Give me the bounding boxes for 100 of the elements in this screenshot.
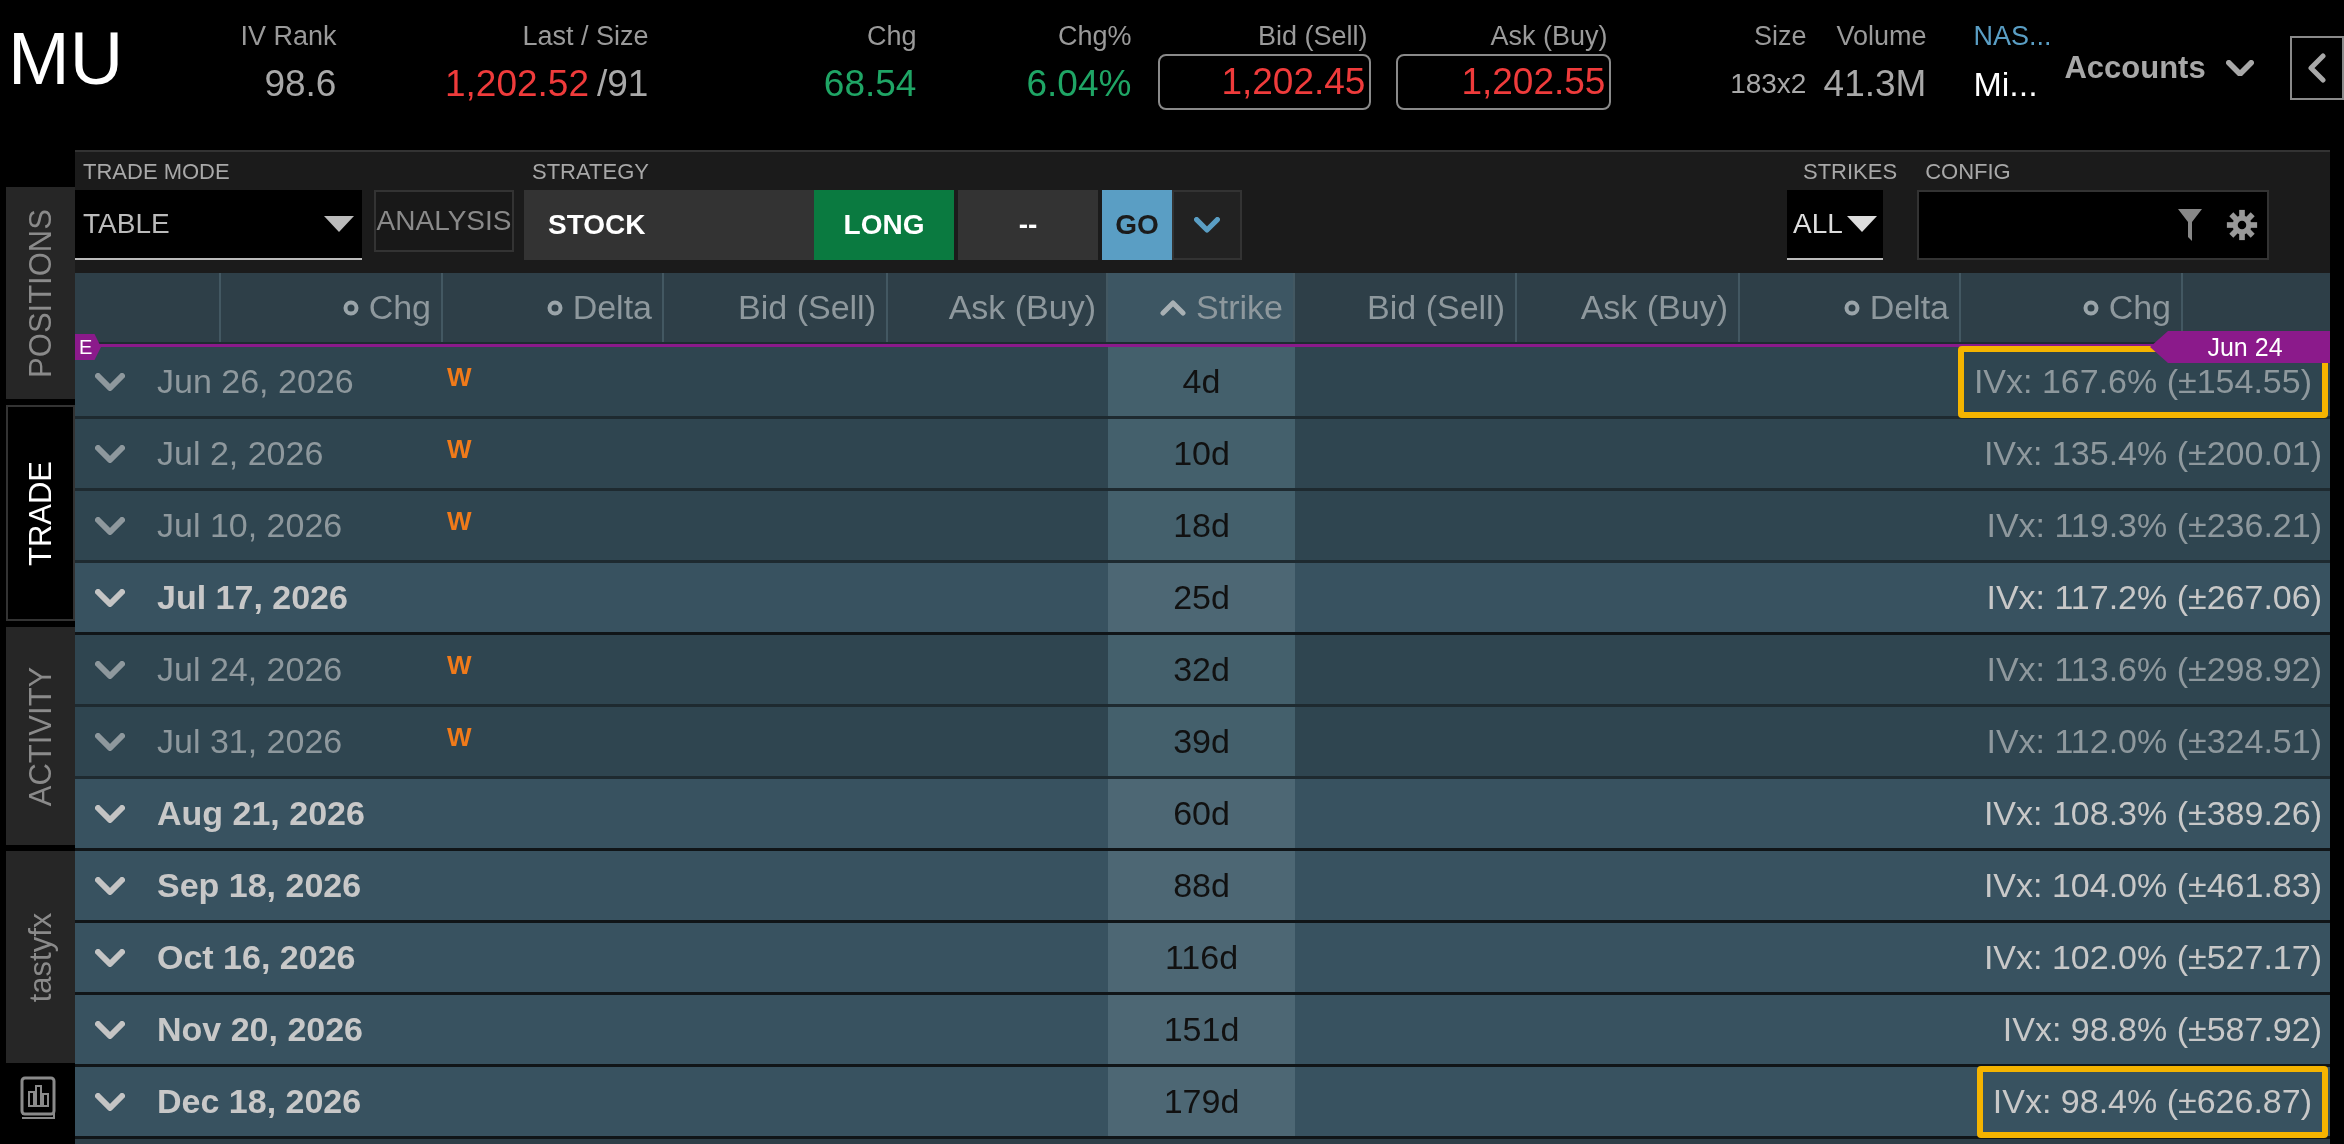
expiration-date: Jun 26, 2026: [157, 361, 355, 402]
expiration-row[interactable]: Jul 10, 2026 W 18d IVx: 119.3% (±236.21): [75, 491, 2330, 563]
weekly-label: W: [447, 361, 472, 394]
expiration-row[interactable]: Jul 24, 2026 W 32d IVx: 113.6% (±298.92): [75, 635, 2330, 707]
last-size: /91: [597, 62, 649, 106]
field-label: Chg%: [1056, 20, 1132, 53]
expiration-row[interactable]: Jul 2, 2026 W 10d IVx: 135.4% (±200.01): [75, 419, 2330, 491]
option-dropdown[interactable]: --: [958, 190, 1098, 260]
implied-volatility: IVx: 117.2% (±267.06): [1986, 577, 2322, 618]
implied-volatility: IVx: 112.0% (±324.51): [1986, 721, 2322, 762]
days-to-expiry: 25d: [1108, 563, 1295, 632]
field-label: Size: [1752, 20, 1807, 53]
chevron-down-icon[interactable]: [95, 516, 125, 535]
implied-volatility: IVx: 98.8% (±587.92): [2002, 1009, 2322, 1050]
field-value: 98.6: [263, 62, 337, 106]
column-header[interactable]: Ask (Buy): [1517, 273, 1740, 342]
chevron-down-icon: [2225, 59, 2254, 77]
weekly-label: W: [447, 721, 472, 754]
expiration-date: Jul 31, 2026: [157, 721, 344, 762]
implied-volatility: IVx: 135.4% (±200.01): [1983, 433, 2322, 474]
dropdown-arrow-icon[interactable]: [324, 216, 354, 232]
chevron-down-icon[interactable]: [95, 660, 125, 679]
filter-icon[interactable]: [2177, 208, 2204, 242]
expiration-row[interactable]: Jul 31, 2026 W 39d IVx: 112.0% (±324.51): [75, 707, 2330, 779]
price-box: 1,202.55: [1396, 54, 1612, 110]
field-label: Ask (Buy): [1489, 20, 1609, 53]
expiration-row[interactable]: Jul 17, 2026 25d IVx: 117.2% (±267.06): [75, 563, 2330, 635]
dropdown-arrow-icon[interactable]: [1847, 216, 1877, 232]
expiration-row[interactable]: Oct 16, 2026 116d IVx: 102.0% (±527.17): [75, 923, 2330, 995]
date-tag: Jun 24: [2150, 331, 2330, 363]
side-tab[interactable]: ACTIVITY: [6, 627, 75, 845]
field-value: 68.54: [822, 62, 917, 106]
settings-icon[interactable]: [2225, 208, 2260, 242]
chevron-down-icon[interactable]: [95, 1020, 125, 1039]
chevron-down-icon[interactable]: [95, 732, 125, 751]
expiration-row[interactable]: Dec 18, 2026 179d IVx: 98.4% (±626.87): [75, 1067, 2330, 1139]
last-price: 1,202.52: [444, 62, 589, 106]
expiration-date: Jul 2, 2026: [157, 433, 325, 474]
expiration-row[interactable]: Aug 21, 2026 60d IVx: 108.3% (±389.26): [75, 779, 2330, 851]
go-button[interactable]: GO: [1102, 190, 1172, 260]
ring-icon: [546, 299, 563, 316]
expiration-date: Oct 16, 2026: [157, 937, 357, 978]
ring-icon: [1843, 299, 1860, 316]
price-box: 1,202.45: [1158, 54, 1372, 110]
days-to-expiry: 151d: [1108, 995, 1295, 1064]
side-tab[interactable]: TRADE: [6, 405, 75, 621]
expand-button[interactable]: [1172, 190, 1242, 260]
days-to-expiry: 88d: [1108, 851, 1295, 920]
expiration-marker: E: [75, 334, 101, 360]
strikes-dropdown[interactable]: ALL: [1787, 190, 1883, 260]
chevron-down-icon[interactable]: [95, 1092, 125, 1111]
expiration-date: Nov 20, 2026: [157, 1009, 365, 1050]
trade-mode-dropdown[interactable]: TABLE: [75, 190, 362, 260]
days-to-expiry: 39d: [1108, 707, 1295, 776]
implied-volatility: IVx: 98.4% (±626.87): [1992, 1081, 2312, 1122]
long-button[interactable]: LONG: [814, 190, 954, 260]
days-to-expiry: 116d: [1108, 923, 1295, 992]
accounts-button[interactable]: Accounts: [2064, 48, 2254, 88]
chevron-down-icon[interactable]: [95, 444, 125, 463]
weekly-label: W: [447, 505, 472, 538]
side-tab[interactable]: POSITIONS: [6, 187, 75, 399]
side-tab[interactable]: tastyfx: [6, 851, 75, 1063]
expiration-date: Aug 21, 2026: [157, 793, 366, 834]
days-to-expiry: 32d: [1108, 635, 1295, 704]
field-label: NAS...: [1973, 20, 2049, 53]
analysis-button[interactable]: ANALYSIS: [374, 190, 514, 252]
back-button[interactable]: [2289, 36, 2344, 100]
weekly-label: W: [447, 649, 472, 682]
field-value: 183x2: [1729, 67, 1807, 101]
column-header[interactable]: Bid (Sell): [664, 273, 888, 342]
days-to-expiry: 18d: [1108, 491, 1295, 560]
caret-up-icon: [1160, 299, 1187, 316]
implied-volatility: IVx: 113.6% (±298.92): [1986, 649, 2322, 690]
chevron-down-icon[interactable]: [95, 948, 125, 967]
column-header[interactable]: Chg: [221, 273, 443, 342]
chevron-down-icon[interactable]: [95, 588, 125, 607]
days-to-expiry: 179d: [1108, 1067, 1295, 1136]
column-header[interactable]: Bid (Sell): [1295, 273, 1517, 342]
field-value: 6.04%: [1025, 62, 1132, 106]
column-header[interactable]: Delta: [1740, 273, 1961, 342]
chevron-down-icon[interactable]: [95, 372, 125, 391]
field-label: IV Rank: [239, 20, 337, 53]
expiration-date: Dec 18, 2026: [157, 1081, 363, 1122]
field-label: Chg: [865, 20, 917, 53]
implied-volatility: IVx: 119.3% (±236.21): [1986, 505, 2322, 546]
expiration-date: Jul 24, 2026: [157, 649, 344, 690]
chevron-down-icon[interactable]: [95, 876, 125, 895]
field-label: Last / Size: [521, 20, 649, 53]
days-to-expiry: 60d: [1108, 779, 1295, 848]
weekly-label: W: [447, 433, 472, 466]
column-header[interactable]: Strike: [1108, 273, 1295, 342]
expiration-row[interactable]: Sep 18, 2026 88d IVx: 104.0% (±461.83): [75, 851, 2330, 923]
expiration-row[interactable]: Nov 20, 2026 151d IVx: 98.8% (±587.92): [75, 995, 2330, 1067]
ticker-symbol: MU: [7, 16, 125, 96]
section-label: STRIKES: [1802, 158, 1898, 186]
column-header[interactable]: Delta: [443, 273, 664, 342]
expiration-date: Sep 18, 2026: [157, 865, 363, 906]
chevron-down-icon[interactable]: [95, 804, 125, 823]
ring-icon: [2082, 299, 2099, 316]
strategy-dropdown[interactable]: STOCK: [524, 190, 814, 260]
